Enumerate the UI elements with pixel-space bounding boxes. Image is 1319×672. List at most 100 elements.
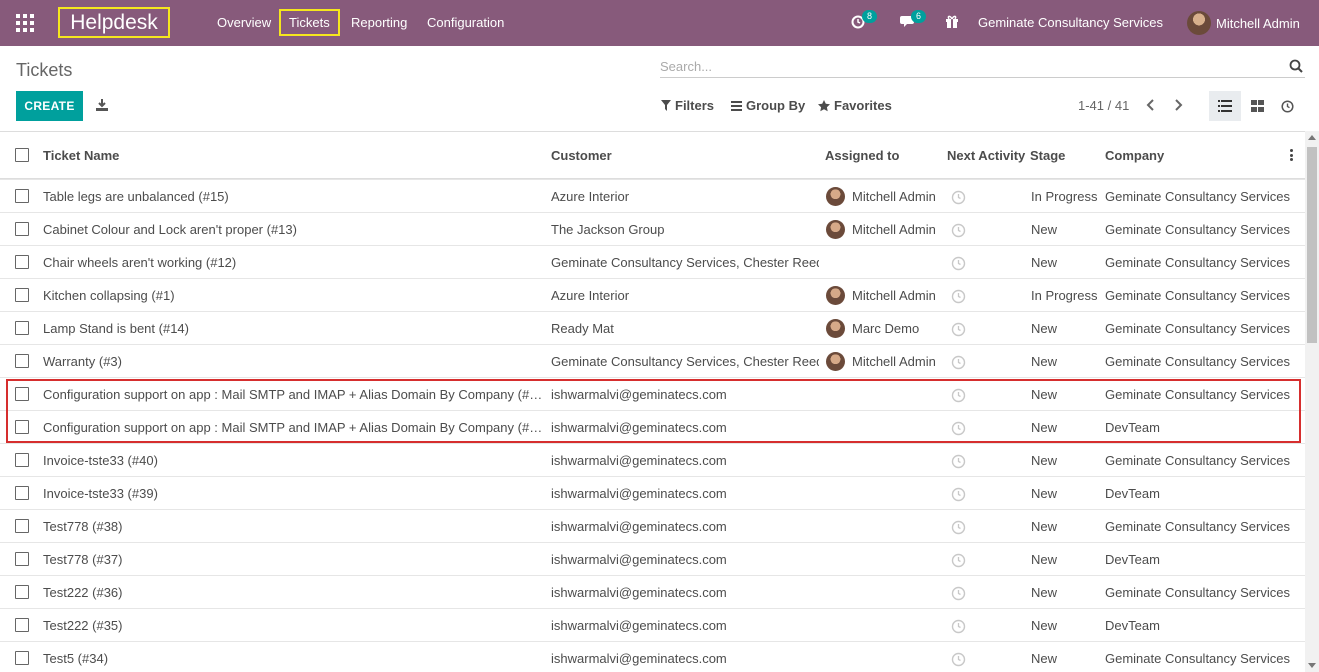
stage-cell: In Progress xyxy=(1031,288,1098,303)
kanban-view-button[interactable] xyxy=(1241,91,1273,121)
next-activity-clock-icon[interactable] xyxy=(951,487,966,502)
row-checkbox[interactable] xyxy=(15,420,29,434)
row-checkbox[interactable] xyxy=(15,618,29,632)
apps-menu-icon[interactable] xyxy=(16,14,34,32)
company-cell: DevTeam xyxy=(1105,618,1160,633)
column-customer[interactable]: Customer xyxy=(551,148,612,163)
filters-button[interactable]: Filters xyxy=(661,98,714,113)
table-row[interactable]: Test222 (#35) ishwarmalvi@geminatecs.com N… xyxy=(0,608,1305,641)
next-activity-clock-icon[interactable] xyxy=(951,652,966,667)
row-checkbox[interactable] xyxy=(15,651,29,665)
next-activity-clock-icon[interactable] xyxy=(951,454,966,469)
assigned-to-cell: Marc Demo xyxy=(852,321,920,336)
create-button[interactable]: CREATE xyxy=(16,91,83,121)
download-icon[interactable] xyxy=(95,98,109,112)
next-activity-clock-icon[interactable] xyxy=(951,223,966,238)
ticket-name-cell: Test222 (#36) xyxy=(43,585,123,600)
menu-overview[interactable]: Overview xyxy=(217,0,271,46)
column-stage[interactable]: Stage xyxy=(1030,148,1065,163)
column-ticket-name[interactable]: Ticket Name xyxy=(43,148,119,163)
next-activity-clock-icon[interactable] xyxy=(951,586,966,601)
ticket-name-cell: Configuration support on app : Mail SMTP… xyxy=(43,420,543,435)
table-row[interactable]: Table legs are unbalanced (#15) Azure Int… xyxy=(0,179,1305,212)
customer-cell: ishwarmalvi@geminatecs.com xyxy=(551,486,727,501)
messages-count-badge: 6 xyxy=(911,10,927,23)
user-menu[interactable]: Mitchell Admin xyxy=(1187,9,1300,37)
pager-previous-icon[interactable] xyxy=(1144,98,1158,112)
table-row[interactable]: Kitchen collapsing (#1) Azure Interior Mit… xyxy=(0,278,1305,311)
pager-next-icon[interactable] xyxy=(1171,98,1185,112)
row-checkbox[interactable] xyxy=(15,585,29,599)
menu-reporting[interactable]: Reporting xyxy=(351,0,407,46)
stage-cell: New xyxy=(1031,222,1058,237)
ticket-name-cell: Kitchen collapsing (#1) xyxy=(43,288,175,303)
company-cell: Geminate Consultancy Services xyxy=(1105,288,1290,303)
row-checkbox[interactable] xyxy=(15,288,29,302)
group-by-icon xyxy=(731,100,742,111)
group-by-button[interactable]: Group By xyxy=(731,98,805,113)
next-activity-clock-icon[interactable] xyxy=(951,388,966,403)
row-checkbox[interactable] xyxy=(15,222,29,236)
search-icon[interactable] xyxy=(1289,59,1303,73)
scrollbar[interactable] xyxy=(1305,131,1319,672)
table-row[interactable]: Test222 (#36) ishwarmalvi@geminatecs.com N… xyxy=(0,575,1305,608)
row-checkbox[interactable] xyxy=(15,354,29,368)
row-checkbox[interactable] xyxy=(15,453,29,467)
next-activity-clock-icon[interactable] xyxy=(951,619,966,634)
stage-cell: New xyxy=(1031,453,1058,468)
list-view-button[interactable] xyxy=(1209,91,1241,121)
row-checkbox[interactable] xyxy=(15,189,29,203)
company-switcher[interactable]: Geminate Consultancy Services xyxy=(978,0,1163,46)
messages-icon[interactable]: 6 xyxy=(900,10,927,32)
table-row[interactable]: Cabinet Colour and Lock aren't proper (#… xyxy=(0,212,1305,245)
table-header: Ticket Name Customer Assigned to Next Ac… xyxy=(0,132,1305,179)
optional-columns-icon[interactable] xyxy=(1290,149,1294,161)
table-row[interactable]: Chair wheels aren't working (#12) Geminat… xyxy=(0,245,1305,278)
row-checkbox[interactable] xyxy=(15,486,29,500)
table-row[interactable]: Test778 (#37) ishwarmalvi@geminatecs.com N… xyxy=(0,542,1305,575)
stage-cell: New xyxy=(1031,321,1058,336)
activity-clock-icon[interactable]: 8 xyxy=(851,10,878,32)
next-activity-clock-icon[interactable] xyxy=(951,256,966,271)
table-row[interactable]: Lamp Stand is bent (#14) Ready Mat Marc De… xyxy=(0,311,1305,344)
column-assigned-to[interactable]: Assigned to xyxy=(825,148,899,163)
table-row[interactable]: Configuration support on app : Mail SMTP… xyxy=(0,410,1305,443)
row-checkbox[interactable] xyxy=(15,321,29,335)
activity-view-button[interactable] xyxy=(1271,91,1303,121)
row-checkbox[interactable] xyxy=(15,552,29,566)
next-activity-clock-icon[interactable] xyxy=(951,421,966,436)
favorites-button[interactable]: Favorites xyxy=(818,98,892,113)
search-input[interactable] xyxy=(660,56,1270,76)
next-activity-clock-icon[interactable] xyxy=(951,355,966,370)
table-row[interactable]: Test5 (#34) ishwarmalvi@geminatecs.com New… xyxy=(0,641,1305,672)
column-company[interactable]: Company xyxy=(1105,148,1164,163)
next-activity-clock-icon[interactable] xyxy=(951,553,966,568)
next-activity-clock-icon[interactable] xyxy=(951,322,966,337)
row-checkbox[interactable] xyxy=(15,519,29,533)
pager-value[interactable]: 1-41 / 41 xyxy=(1078,98,1129,113)
table-row[interactable]: Invoice-tste33 (#39) ishwarmalvi@geminate… xyxy=(0,476,1305,509)
ticket-name-cell: Invoice-tste33 (#40) xyxy=(43,453,158,468)
table-row[interactable]: Invoice-tste33 (#40) ishwarmalvi@geminate… xyxy=(0,443,1305,476)
menu-tickets[interactable]: Tickets xyxy=(279,9,340,36)
ticket-name-cell: Warranty (#3) xyxy=(43,354,122,369)
filter-icon xyxy=(661,100,671,111)
column-next-activity[interactable]: Next Activity xyxy=(947,148,1025,163)
next-activity-clock-icon[interactable] xyxy=(951,289,966,304)
next-activity-clock-icon[interactable] xyxy=(951,190,966,205)
next-activity-clock-icon[interactable] xyxy=(951,520,966,535)
menu-configuration[interactable]: Configuration xyxy=(427,0,504,46)
app-brand[interactable]: Helpdesk xyxy=(58,7,170,38)
scroll-thumb[interactable] xyxy=(1307,147,1317,343)
select-all-checkbox[interactable] xyxy=(15,148,29,162)
gift-icon[interactable] xyxy=(945,13,959,32)
table-row[interactable]: Configuration support on app : Mail SMTP… xyxy=(0,377,1305,410)
kanban-view-icon xyxy=(1250,100,1264,112)
row-checkbox[interactable] xyxy=(15,387,29,401)
scroll-down-icon[interactable] xyxy=(1308,663,1316,668)
row-checkbox[interactable] xyxy=(15,255,29,269)
customer-cell: ishwarmalvi@geminatecs.com xyxy=(551,552,727,567)
table-row[interactable]: Warranty (#3) Geminate Consultancy Servic… xyxy=(0,344,1305,377)
table-row[interactable]: Test778 (#38) ishwarmalvi@geminatecs.com N… xyxy=(0,509,1305,542)
scroll-up-icon[interactable] xyxy=(1308,135,1316,140)
